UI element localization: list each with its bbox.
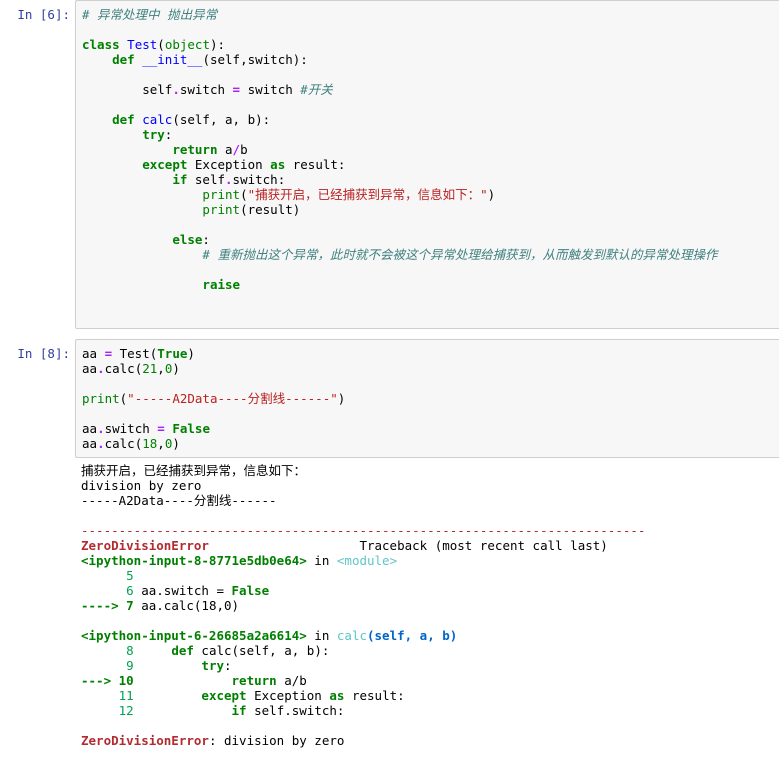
traceback-line-number: 5 xyxy=(81,568,134,583)
code-editor[interactable]: aa = Test(True) aa.calc(21,0) print("---… xyxy=(76,340,779,451)
code-cell-input[interactable]: # 异常处理中 抛出异常 class Test(object): def __i… xyxy=(75,0,779,329)
code-comment: # 异常处理中 抛出异常 xyxy=(82,7,218,22)
traceback-frame-location: <ipython-input-8-8771e5db0e64> xyxy=(81,553,307,568)
traceback-line-number: 6 xyxy=(81,583,134,598)
traceback-frame-args: (self, a, b) xyxy=(367,628,458,643)
cell-output: 捕获开启，已经捕获到异常，信息如下： division by zero -----A… xyxy=(81,463,646,748)
traceback-current-line: ----> 7 xyxy=(81,598,134,613)
stdout-line: -----A2Data----分割线------ xyxy=(81,493,277,508)
traceback-header: Traceback (most recent call last) xyxy=(359,538,608,553)
traceback-current-line: ---> 10 xyxy=(81,673,134,688)
error-name: ZeroDivisionError xyxy=(81,538,209,553)
stdout-line: division by zero xyxy=(81,478,202,493)
final-error-name: ZeroDivisionError xyxy=(81,733,209,748)
code-editor[interactable]: # 异常处理中 抛出异常 class Test(object): def __i… xyxy=(76,1,779,292)
code-cell-input[interactable]: aa = Test(True) aa.calc(21,0) print("---… xyxy=(75,339,779,458)
cell-prompt: In [8]: xyxy=(17,346,70,361)
final-error-message: : division by zero xyxy=(208,733,345,748)
stdout-line: 捕获开启，已经捕获到异常，信息如下： xyxy=(81,463,307,478)
traceback-frame-location: <ipython-input-6-26685a2a6614> xyxy=(81,628,307,643)
traceback-frame-module: <module> xyxy=(336,553,398,568)
cell-prompt: In [6]: xyxy=(17,7,70,22)
traceback-separator: ----------------------------------------… xyxy=(81,523,646,538)
traceback-frame-func: calc xyxy=(336,628,367,643)
